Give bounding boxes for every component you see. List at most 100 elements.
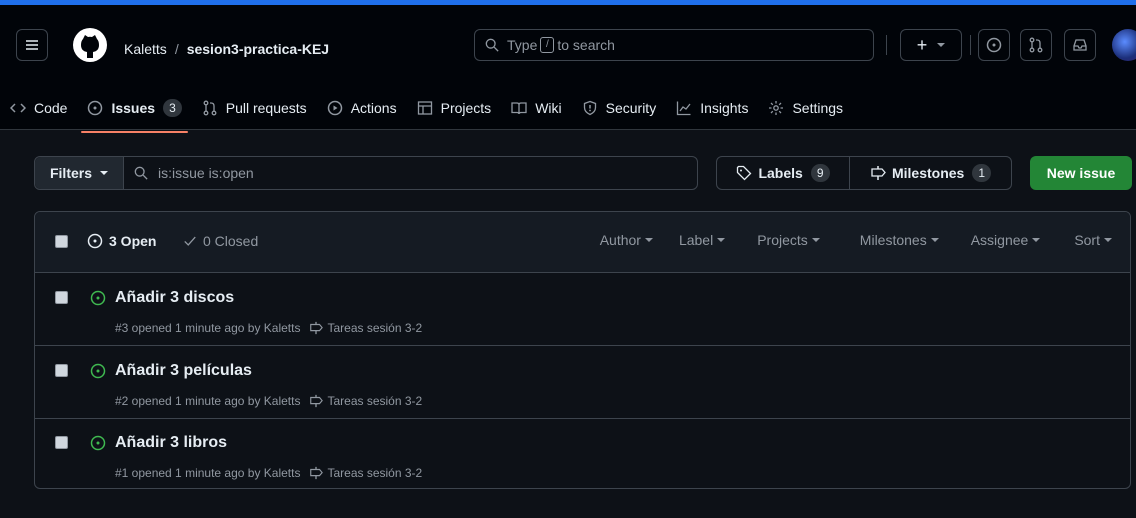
repo-nav: Code Issues 3 Pull requests Actions Proj…	[0, 93, 853, 133]
tab-label: Actions	[350, 100, 397, 116]
filter-search-input[interactable]: is:issue is:open	[124, 157, 254, 189]
labels-button[interactable]: Labels 9	[717, 157, 850, 189]
plus-icon: +	[916, 34, 928, 55]
select-all-checkbox[interactable]	[55, 235, 68, 248]
filter-query: is:issue is:open	[158, 165, 254, 181]
author-dropdown[interactable]: Author	[600, 232, 653, 248]
issue-checkbox[interactable]	[55, 364, 68, 377]
tab-label: Security	[605, 100, 657, 116]
assignee-dropdown[interactable]: Assignee	[971, 232, 1041, 248]
issue-milestone-link[interactable]: Tareas sesión 3-2	[308, 466, 422, 480]
issue-row[interactable]: Añadir 3 películas #2 opened 1 minute ag…	[35, 346, 1130, 419]
global-header: Kaletts / sesion3-practica-KEJ Type / to…	[0, 5, 1136, 133]
tab-label: Settings	[792, 100, 844, 116]
git-pull-request-icon	[1029, 37, 1043, 53]
graph-icon	[676, 100, 692, 116]
caret-down-icon	[1032, 238, 1041, 242]
issues-counter: 3	[163, 99, 182, 117]
milestone-icon	[871, 166, 886, 180]
avatar[interactable]	[1112, 29, 1136, 61]
issue-checkbox[interactable]	[55, 291, 68, 304]
milestones-label: Milestones	[891, 165, 965, 181]
filters-button[interactable]: Filters	[35, 157, 124, 189]
pull-requests-button[interactable]	[1020, 29, 1052, 61]
issue-row[interactable]: Añadir 3 libros #1 opened 1 minute ago b…	[35, 418, 1130, 488]
search-shortcut-key: /	[540, 37, 555, 53]
sorter-label: Projects	[757, 232, 808, 248]
issue-meta-text: #3 opened 1 minute ago by Kaletts	[115, 321, 301, 335]
tab-insights[interactable]: Insights	[666, 93, 758, 123]
tag-icon	[737, 165, 752, 181]
milestones-dropdown[interactable]: Milestones	[860, 232, 939, 248]
search-input[interactable]: Type / to search	[474, 29, 874, 61]
caret-down-icon	[717, 238, 726, 242]
issue-opened-icon	[87, 233, 103, 249]
issue-open-icon	[90, 290, 106, 306]
tab-label: Code	[34, 100, 68, 116]
code-icon	[10, 100, 26, 116]
milestone-icon	[310, 466, 324, 480]
sorter-label: Milestones	[859, 232, 927, 248]
header-divider	[970, 35, 971, 55]
table-icon	[417, 100, 433, 116]
tab-projects[interactable]: Projects	[407, 93, 502, 123]
issue-row[interactable]: Añadir 3 discos #3 opened 1 minute ago b…	[35, 273, 1130, 346]
tab-wiki[interactable]: Wiki	[501, 93, 571, 123]
open-count-label: 3 Open	[109, 233, 157, 249]
milestone-label: Tareas sesión 3-2	[327, 321, 423, 335]
filters-label: Filters	[49, 165, 92, 181]
issue-milestone-link[interactable]: Tareas sesión 3-2	[308, 394, 422, 408]
menu-button[interactable]	[16, 29, 48, 61]
issue-opened-icon	[986, 37, 1002, 53]
closed-issues-filter[interactable]: 0 Closed	[183, 233, 258, 249]
milestones-counter: 1	[972, 164, 992, 182]
labels-label: Labels	[758, 165, 803, 181]
issue-meta-text: #1 opened 1 minute ago by Kaletts	[115, 466, 301, 480]
milestone-label: Tareas sesión 3-2	[327, 394, 423, 408]
projects-dropdown[interactable]: Projects	[757, 232, 820, 248]
milestones-button[interactable]: Milestones 1	[850, 157, 1011, 189]
issues-list-header: 3 Open 0 Closed Author Label Projects Mi…	[35, 212, 1130, 273]
search-icon	[485, 38, 499, 52]
tab-settings[interactable]: Settings	[758, 93, 853, 123]
breadcrumb-repo[interactable]: sesion3-practica-KEJ	[187, 41, 329, 57]
sorter-label: Assignee	[970, 232, 1029, 248]
milestone-label: Tareas sesión 3-2	[327, 466, 423, 480]
tab-label: Wiki	[535, 100, 562, 116]
list-sorters: Author Label Projects Milestones Assigne…	[600, 232, 1130, 248]
label-dropdown[interactable]: Label	[679, 232, 726, 248]
sorter-label: Sort	[1074, 232, 1100, 248]
sort-dropdown[interactable]: Sort	[1074, 232, 1112, 248]
tab-pull-requests[interactable]: Pull requests	[192, 93, 317, 123]
issue-title-link[interactable]: Añadir 3 discos	[115, 289, 234, 307]
new-issue-button[interactable]: New issue	[1030, 156, 1132, 190]
open-issues-filter[interactable]: 3 Open	[87, 233, 156, 249]
tab-actions[interactable]: Actions	[317, 93, 407, 123]
gear-icon	[768, 100, 784, 116]
caret-down-icon	[930, 238, 939, 242]
tab-security[interactable]: Security	[572, 93, 667, 123]
issue-meta: #2 opened 1 minute ago by Kaletts Tareas…	[115, 394, 422, 408]
breadcrumb-owner[interactable]: Kaletts	[124, 41, 167, 57]
issue-title-link[interactable]: Añadir 3 películas	[115, 362, 252, 380]
hamburger-icon	[26, 40, 38, 50]
play-icon	[327, 100, 343, 116]
issue-meta-text: #2 opened 1 minute ago by Kaletts	[115, 394, 301, 408]
issue-title-link[interactable]: Añadir 3 libros	[115, 434, 227, 452]
chevron-down-icon	[100, 171, 108, 175]
inbox-button[interactable]	[1064, 29, 1096, 61]
tab-label: Pull requests	[225, 100, 307, 116]
shield-icon	[582, 100, 598, 116]
inbox-icon	[1073, 39, 1087, 51]
issue-checkbox[interactable]	[55, 436, 68, 449]
github-logo[interactable]	[72, 27, 108, 63]
closed-count-label: 0 Closed	[203, 233, 259, 249]
issue-milestone-link[interactable]: Tareas sesión 3-2	[308, 321, 422, 335]
tab-code[interactable]: Code	[0, 93, 77, 123]
create-new-button[interactable]: +	[900, 29, 962, 61]
book-icon	[511, 100, 527, 116]
issues-button[interactable]	[978, 29, 1010, 61]
issue-filter-bar: Filters is:issue is:open	[34, 156, 698, 190]
github-mark-icon	[73, 28, 107, 62]
tab-issues[interactable]: Issues 3	[77, 93, 191, 133]
